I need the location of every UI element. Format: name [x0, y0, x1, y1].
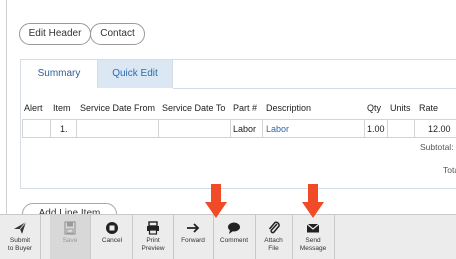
comment-label: Comment [219, 237, 249, 244]
tab-summary[interactable]: Summary [21, 60, 97, 88]
column-header-description: Description [266, 103, 312, 113]
row-divider-top [22, 119, 456, 120]
qty-cell: 1.00 [367, 124, 385, 134]
contact-button[interactable]: Contact [90, 23, 145, 45]
cell-border [22, 119, 23, 137]
submit-label-1: Submit [9, 237, 31, 244]
column-header-units: Units [390, 103, 411, 113]
attach-file-button[interactable]: Attach File [255, 215, 292, 259]
part-number-cell: Labor [233, 124, 257, 134]
subtotal-label: Subtotal: [420, 142, 454, 152]
toolbar-separator [90, 215, 91, 259]
cell-border [387, 119, 388, 137]
column-header-alert: Alert [24, 103, 43, 113]
attach-label-2: File [268, 245, 279, 252]
annotation-arrow-icon [205, 184, 227, 218]
arrow-right-icon [187, 223, 200, 233]
comment-button[interactable]: Comment [213, 215, 255, 259]
print-preview-button[interactable]: Print Preview [133, 215, 173, 259]
paper-plane-icon [14, 221, 27, 234]
column-header-rate: Rate [419, 103, 439, 113]
print-label-2: Preview [141, 245, 165, 252]
tab-divider [173, 88, 456, 89]
description-link[interactable]: Labor [266, 124, 289, 134]
cell-border [364, 119, 365, 137]
cell-border [230, 119, 231, 137]
send-label-2: Message [299, 245, 327, 252]
print-label-1: Print [146, 237, 160, 244]
action-toolbar: Submit to Buyer Save Cancel Print Previe… [0, 214, 456, 259]
row-divider-bottom [22, 137, 456, 138]
submit-label-2: to Buyer [7, 245, 33, 252]
cancel-button[interactable]: Cancel [92, 215, 132, 259]
cell-border [414, 119, 415, 137]
paperclip-icon [268, 221, 280, 234]
edit-header-button[interactable]: Edit Header [19, 23, 91, 45]
column-header-service-date-from: Service Date From [80, 103, 156, 113]
column-header-item: Item [53, 103, 71, 113]
column-header-service-date-to: Service Date To [162, 103, 226, 113]
send-message-button[interactable]: Send Message [292, 215, 334, 259]
toolbar-separator [40, 215, 41, 259]
floppy-icon [64, 221, 76, 235]
tab-quick-edit[interactable]: Quick Edit [97, 60, 173, 88]
cell-border [76, 119, 77, 137]
toolbar-separator [334, 215, 335, 259]
total-label: Tota [443, 165, 456, 175]
submit-to-buyer-button[interactable]: Submit to Buyer [0, 215, 40, 259]
send-label-1: Send [305, 237, 321, 244]
forward-label: Forward [181, 237, 205, 244]
item-number: 1. [60, 124, 68, 134]
column-header-part: Part # [233, 103, 258, 113]
save-label: Save [62, 237, 78, 244]
envelope-icon [306, 223, 320, 233]
save-button[interactable]: Save [50, 215, 90, 259]
stop-icon [106, 222, 118, 234]
attach-label-1: Attach [264, 237, 283, 244]
speech-bubble-icon [228, 222, 240, 234]
printer-icon [147, 221, 159, 235]
forward-button[interactable]: Forward [173, 215, 213, 259]
cancel-label: Cancel [101, 237, 123, 244]
cell-border [158, 119, 159, 137]
rate-cell: 12.00 [428, 124, 451, 134]
cell-border [262, 119, 263, 137]
annotation-arrow-icon [302, 184, 324, 218]
column-header-qty: Qty [367, 103, 382, 113]
cell-border [50, 119, 51, 137]
